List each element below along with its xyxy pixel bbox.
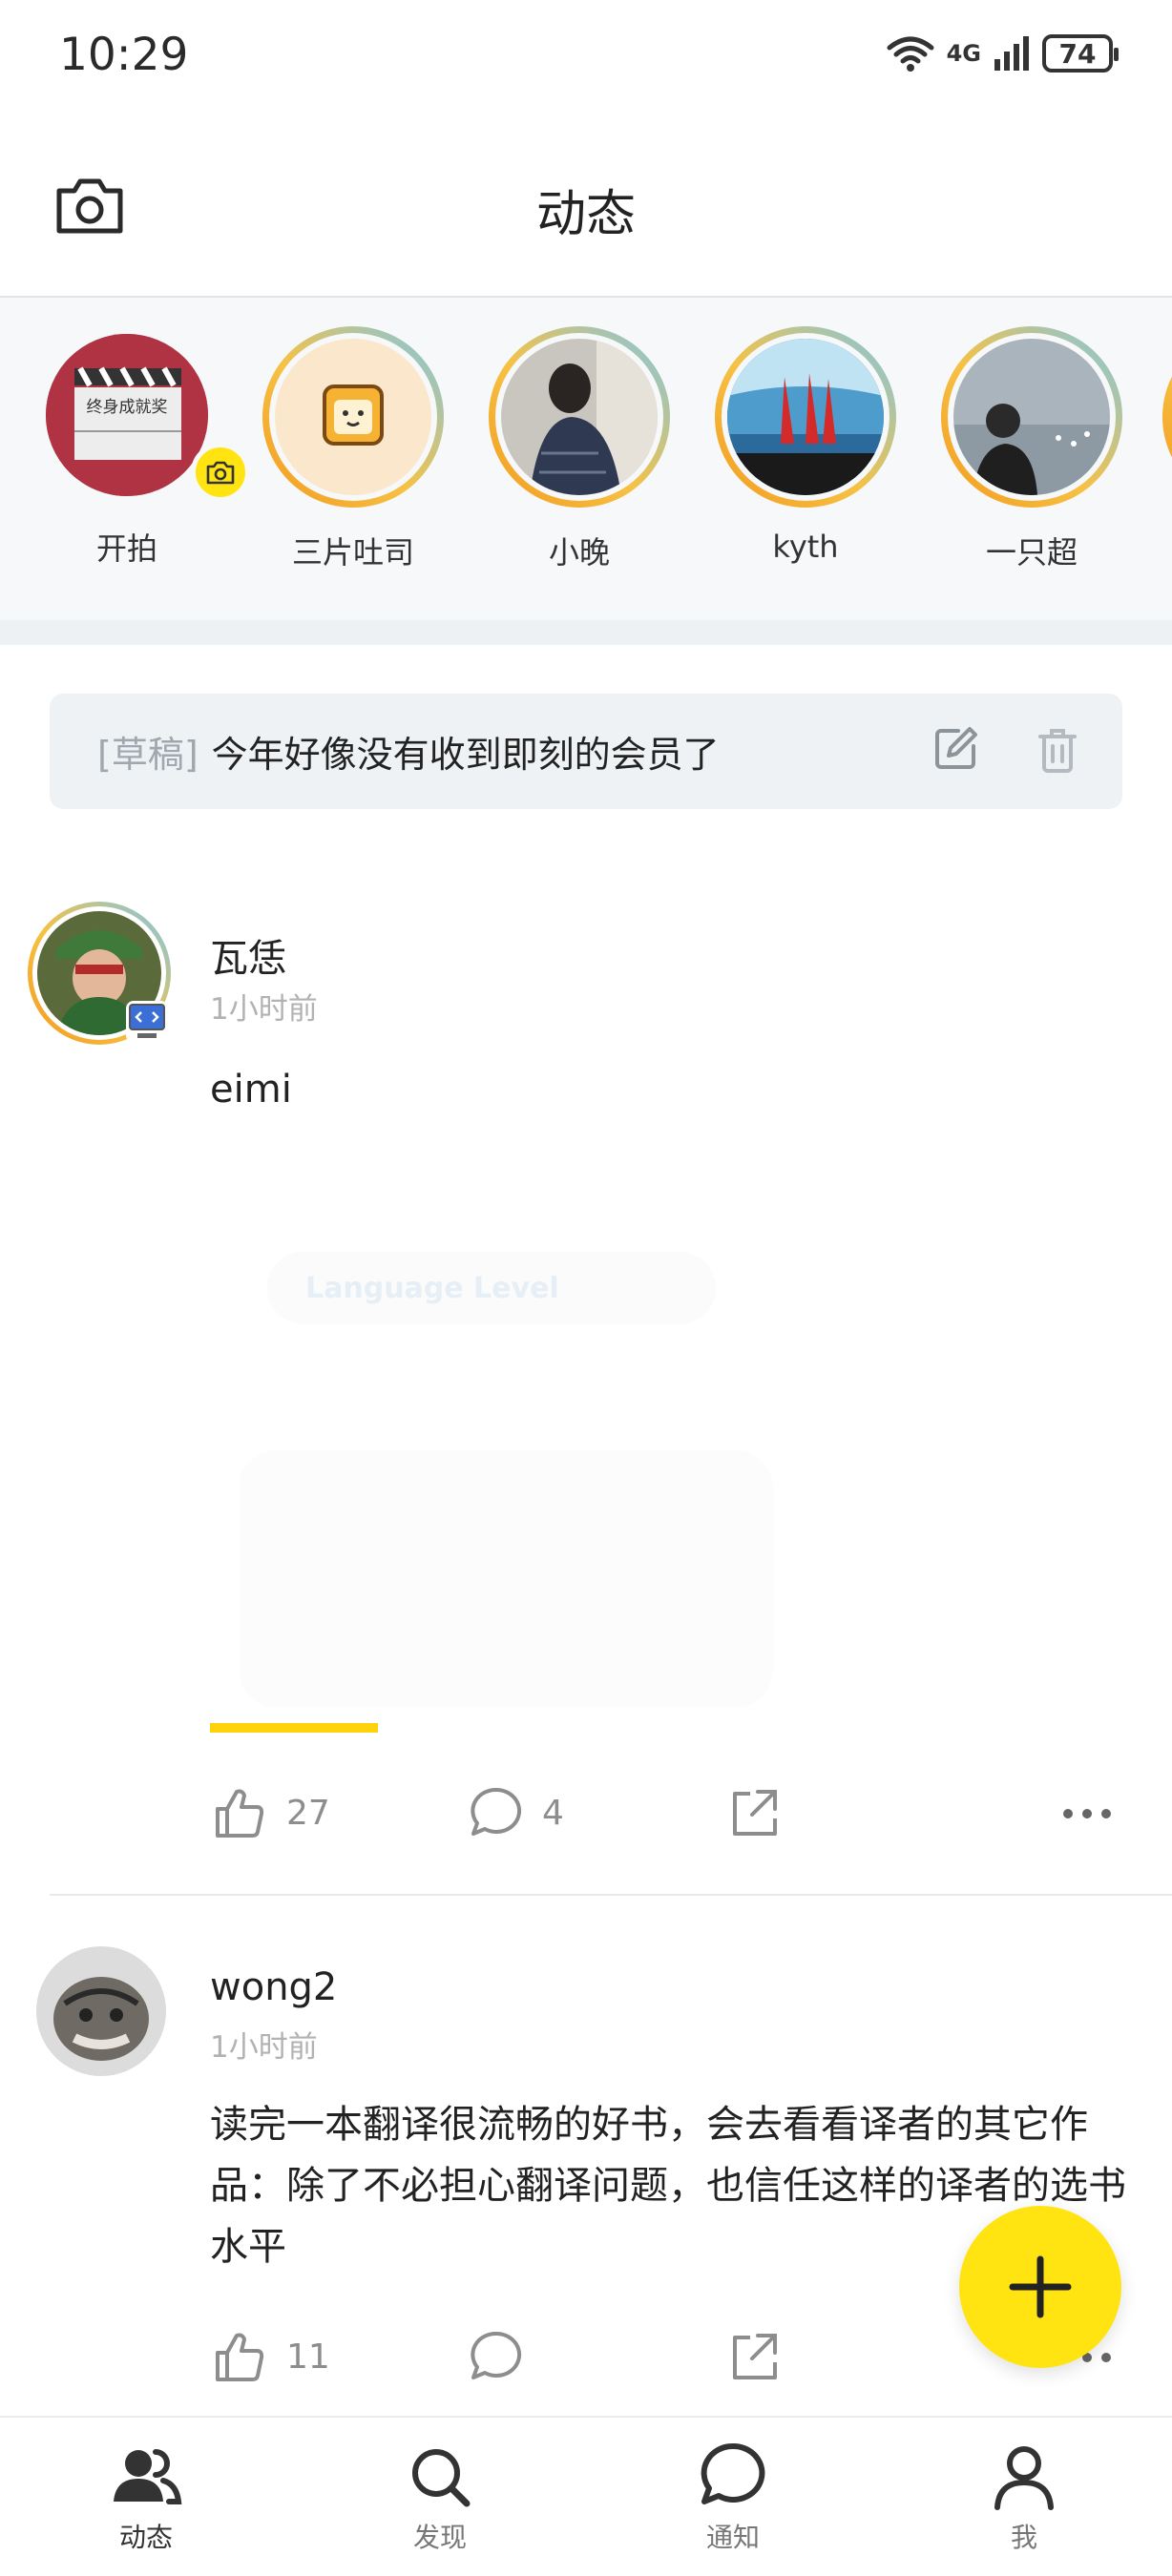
story-label: 小晚 bbox=[548, 534, 610, 571]
draft-tag: [草稿] bbox=[97, 734, 199, 776]
story-label: 一只超 bbox=[985, 534, 1078, 571]
story-label: 开拍 bbox=[95, 530, 157, 567]
story-ring bbox=[715, 326, 896, 508]
share-icon bbox=[733, 2334, 777, 2379]
post-author-avatar[interactable] bbox=[36, 1946, 166, 2076]
story-avatar bbox=[275, 339, 431, 495]
share-button[interactable] bbox=[725, 2328, 783, 2385]
status-icons: 4G 74 bbox=[886, 34, 1119, 73]
bottom-nav: 动态 发现 通知 我 bbox=[0, 2416, 1172, 2576]
share-button[interactable] bbox=[725, 1784, 783, 1841]
post-image[interactable]: Language Level bbox=[210, 1231, 783, 1727]
wifi-icon bbox=[887, 36, 934, 72]
thumbs-up-icon bbox=[216, 1789, 264, 1838]
comment-button[interactable] bbox=[468, 2328, 525, 2385]
search-icon bbox=[412, 2449, 471, 2507]
story-item-kaipai[interactable]: 终身成就奖 开拍 bbox=[36, 326, 250, 569]
post-author-name[interactable]: 瓦恁 bbox=[210, 927, 286, 983]
image-caption: Language Level bbox=[305, 1271, 559, 1305]
compose-button[interactable] bbox=[959, 2206, 1121, 2368]
code-monitor-icon bbox=[129, 1004, 165, 1038]
signal-icon bbox=[994, 36, 1029, 71]
nav-item-feed[interactable]: 动态 bbox=[51, 2418, 241, 2555]
battery-level: 74 bbox=[1058, 37, 1097, 70]
like-count: 27 bbox=[286, 1793, 330, 1833]
nav-item-discover[interactable]: 发现 bbox=[345, 2418, 535, 2555]
story-avatar: 终身成就奖 bbox=[46, 334, 208, 496]
post-time: 1小时前 bbox=[210, 2030, 318, 2065]
post-time: 1小时前 bbox=[210, 992, 318, 1027]
avatar bbox=[36, 1946, 166, 2076]
story-image-text: 终身成就奖 bbox=[86, 398, 168, 417]
story-item-yizhichao[interactable]: 一只超 bbox=[941, 326, 1122, 572]
plus-icon bbox=[1009, 2255, 1072, 2318]
image-card bbox=[239, 1450, 773, 1708]
comment-icon bbox=[471, 1787, 522, 1836]
like-button[interactable]: 27 bbox=[212, 1784, 330, 1841]
status-time: 10:29 bbox=[59, 29, 189, 81]
comment-icon bbox=[471, 2331, 522, 2379]
page-title: 动态 bbox=[535, 186, 636, 243]
comment-button[interactable]: 4 bbox=[468, 1784, 564, 1841]
story-avatar bbox=[501, 339, 658, 495]
stories-row[interactable]: 终身成就奖 开拍 三片吐司 小晚 kyth 一只超 bbox=[0, 298, 1172, 620]
story-item-xiaowan[interactable]: 小晚 bbox=[489, 326, 670, 572]
chat-bubble-icon bbox=[701, 2442, 765, 2504]
nav-item-me[interactable]: 我 bbox=[929, 2418, 1120, 2555]
story-item-toast[interactable]: 三片吐司 bbox=[262, 326, 444, 572]
person-icon bbox=[994, 2446, 1054, 2510]
story-label: kyth bbox=[772, 529, 839, 565]
story-ring bbox=[941, 326, 1122, 508]
thumbs-up-icon bbox=[216, 2333, 264, 2381]
nav-label: 动态 bbox=[118, 2522, 173, 2553]
story-avatar bbox=[953, 339, 1110, 495]
post-text: eimi bbox=[210, 1068, 292, 1111]
more-button[interactable] bbox=[1063, 1809, 1111, 1818]
share-icon bbox=[733, 1790, 777, 1836]
nav-label: 发现 bbox=[412, 2522, 467, 2553]
nav-label: 通知 bbox=[705, 2522, 760, 2553]
trash-icon bbox=[1038, 729, 1077, 773]
nav-label: 我 bbox=[1010, 2522, 1037, 2553]
users-icon bbox=[114, 2449, 182, 2504]
story-ring bbox=[262, 326, 444, 508]
comment-count: 4 bbox=[542, 1793, 564, 1833]
like-count: 11 bbox=[286, 2337, 330, 2377]
draft-edit-button[interactable] bbox=[933, 725, 979, 771]
section-gap bbox=[0, 620, 1172, 645]
post-divider bbox=[50, 1894, 1172, 1896]
story-item-kyth[interactable]: kyth bbox=[715, 326, 896, 565]
image-caption-box: Language Level bbox=[267, 1252, 716, 1324]
draft-text: 今年好像没有收到即刻的会员了 bbox=[211, 734, 720, 776]
draft-delete-button[interactable] bbox=[1036, 727, 1078, 773]
like-button[interactable]: 11 bbox=[212, 2328, 330, 2385]
developer-badge bbox=[126, 1001, 168, 1043]
image-progress-bar bbox=[210, 1723, 378, 1733]
story-ring bbox=[489, 326, 670, 508]
nav-item-notifications[interactable]: 通知 bbox=[638, 2418, 828, 2555]
edit-icon bbox=[935, 727, 977, 769]
story-camera-badge bbox=[191, 443, 250, 502]
story-item-partial[interactable] bbox=[1162, 326, 1172, 508]
camera-icon bbox=[206, 461, 235, 485]
story-label: 三片吐司 bbox=[291, 534, 414, 571]
post-author-name[interactable]: wong2 bbox=[210, 1965, 337, 2009]
story-avatar bbox=[727, 339, 884, 495]
battery-indicator: 74 bbox=[1042, 34, 1119, 73]
network-label: 4G bbox=[946, 40, 981, 67]
